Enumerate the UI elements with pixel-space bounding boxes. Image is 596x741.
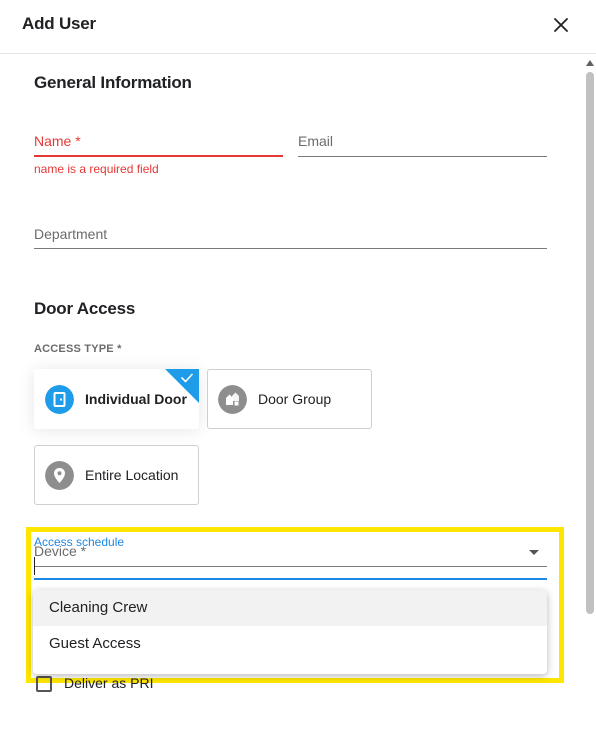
close-icon[interactable] xyxy=(550,14,572,36)
access-type-label-entire-location: Entire Location xyxy=(85,467,179,483)
name-field-label: Name * xyxy=(34,133,81,149)
name-error-text: name is a required field xyxy=(34,162,159,176)
section-title-general: General Information xyxy=(34,73,192,92)
email-field-underline xyxy=(298,156,547,157)
section-title-door-access: Door Access xyxy=(34,299,136,318)
department-field[interactable]: Department xyxy=(34,224,547,250)
access-type-label-door-group: Door Group xyxy=(258,391,332,407)
door-icon xyxy=(45,385,74,414)
checkbox-label: Deliver as PRI xyxy=(64,675,154,691)
access-type-door-group[interactable]: Door Group xyxy=(207,369,372,429)
access-type-entire-location[interactable]: Entire Location xyxy=(34,445,199,505)
checkmark-icon xyxy=(181,373,193,383)
department-field-underline xyxy=(34,248,547,249)
scrollbar-thumb[interactable] xyxy=(586,72,594,614)
name-field[interactable]: Name * xyxy=(34,131,283,157)
door-group-icon xyxy=(218,385,247,414)
email-field-label: Email xyxy=(298,133,334,149)
dropdown-option[interactable]: Guest Access xyxy=(33,626,547,662)
text-cursor xyxy=(34,557,35,575)
name-field-underline xyxy=(34,155,283,157)
location-pin-icon xyxy=(45,461,74,490)
email-field[interactable]: Email xyxy=(298,131,547,157)
access-schedule-dropdown: Cleaning Crew Guest Access xyxy=(33,590,547,674)
checkbox[interactable] xyxy=(36,676,52,692)
dropdown-option[interactable]: Cleaning Crew xyxy=(33,590,547,626)
department-field-label: Department xyxy=(34,226,108,242)
access-type-label: ACCESS TYPE * xyxy=(34,343,122,355)
dialog-header: Add User xyxy=(0,0,596,54)
scroll-up-arrow-icon[interactable] xyxy=(586,60,594,66)
access-type-individual-door[interactable]: Individual Door xyxy=(34,369,199,429)
dialog-title: Add User xyxy=(22,14,96,33)
access-schedule-input[interactable] xyxy=(34,578,547,580)
access-schedule-label: Access schedule xyxy=(34,535,125,549)
